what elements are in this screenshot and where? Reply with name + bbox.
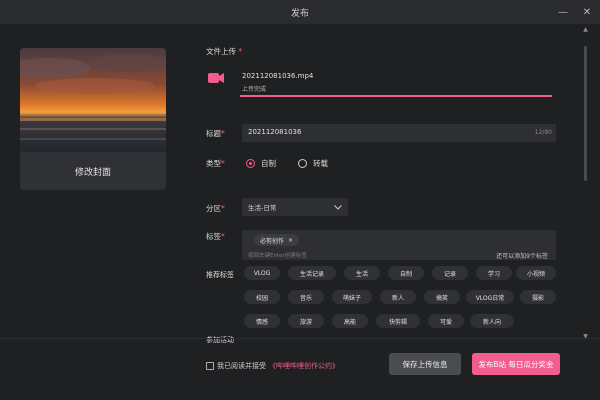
rec-tag[interactable]: VLOG bbox=[244, 266, 280, 280]
tags-label: 标签* bbox=[206, 232, 225, 241]
file-name: 202112081036.mp4 bbox=[242, 72, 314, 80]
section-label: 分区* bbox=[206, 204, 225, 213]
recommended-tags-label: 推荐标签 bbox=[206, 271, 234, 279]
publish-panel: 修改封面 文件上传 * 202112081036.mp4 上传完成 标题* 20… bbox=[0, 24, 600, 400]
title-bar: 发布 — ✕ bbox=[0, 0, 600, 24]
activity-label: 参加活动 bbox=[206, 336, 234, 344]
agreement: 我已阅读并接受 《哔哩哔哩创作公约》 bbox=[206, 361, 339, 371]
upload-label: 文件上传 * bbox=[206, 47, 243, 56]
radio-unchecked-icon bbox=[298, 159, 307, 168]
window-controls: — ✕ bbox=[556, 0, 594, 24]
tags-input[interactable]: 必剪创作 × 按回车键Enter创建标签 还可以添加9个标签 bbox=[242, 230, 556, 260]
type-radio-repost[interactable]: 转载 bbox=[298, 158, 328, 169]
rec-tag[interactable]: 校园 bbox=[244, 290, 280, 304]
rec-tag[interactable]: 新人向 bbox=[470, 314, 514, 328]
rec-tag[interactable]: 记录 bbox=[432, 266, 468, 280]
close-icon[interactable]: ✕ bbox=[580, 5, 594, 19]
window-title: 发布 bbox=[290, 8, 309, 19]
rec-tag[interactable]: 旅游 bbox=[288, 314, 324, 328]
rec-tag[interactable]: 小视频 bbox=[516, 266, 556, 280]
rec-tag[interactable]: 搞笑 bbox=[424, 290, 460, 304]
rec-tag[interactable]: 萌妹子 bbox=[332, 290, 372, 304]
upload-progress-bar bbox=[240, 95, 552, 97]
rec-tag[interactable]: 情感 bbox=[244, 314, 280, 328]
agree-checkbox[interactable] bbox=[206, 362, 214, 370]
rec-tag[interactable]: 生活 bbox=[344, 266, 380, 280]
minimize-icon[interactable]: — bbox=[556, 5, 570, 19]
radio-checked-icon bbox=[246, 159, 255, 168]
scroll-up-icon[interactable]: ▲ bbox=[582, 26, 589, 33]
rec-tag[interactable]: VLOG日常 bbox=[466, 290, 514, 304]
rec-tag[interactable]: 生活记录 bbox=[288, 266, 336, 280]
rec-tag[interactable]: 可爱 bbox=[428, 314, 464, 328]
rec-tag[interactable]: 快剪辑 bbox=[376, 314, 420, 328]
section-value: 生活-日常 bbox=[248, 204, 277, 212]
title-label: 标题* bbox=[206, 129, 225, 138]
tags-remaining-hint: 还可以添加9个标签 bbox=[496, 253, 548, 260]
publish-button[interactable]: 发布B站 每日瓜分奖金 bbox=[472, 353, 560, 375]
publish-form: 文件上传 * 202112081036.mp4 上传完成 标题* 2021120… bbox=[206, 24, 566, 400]
rec-tag[interactable]: 音乐 bbox=[288, 290, 324, 304]
upload-progress-fill bbox=[240, 95, 552, 97]
rec-tag[interactable]: 学习 bbox=[476, 266, 512, 280]
remove-tag-icon[interactable]: × bbox=[288, 237, 293, 244]
title-input[interactable]: 202112081036 12/80 bbox=[242, 124, 556, 142]
upload-status: 上传完成 bbox=[242, 86, 267, 93]
tags-placeholder: 按回车键Enter创建标签 bbox=[248, 253, 307, 259]
title-char-count: 12/80 bbox=[534, 129, 552, 136]
section-select[interactable]: 生活-日常 bbox=[242, 198, 348, 216]
cover-image bbox=[20, 48, 166, 152]
chevron-down-icon bbox=[334, 204, 342, 210]
type-radio-original[interactable]: 自制 bbox=[246, 158, 276, 169]
cover-card[interactable]: 修改封面 bbox=[20, 48, 166, 190]
rec-tag[interactable]: 高能 bbox=[332, 314, 368, 328]
title-value: 202112081036 bbox=[248, 128, 302, 136]
footer-divider bbox=[0, 338, 600, 339]
video-camera-icon bbox=[208, 73, 224, 83]
edit-cover-button[interactable]: 修改封面 bbox=[20, 152, 166, 190]
rec-tag[interactable]: 自制 bbox=[388, 266, 424, 280]
rec-tag[interactable]: 新人 bbox=[380, 290, 416, 304]
agreement-link[interactable]: 《哔哩哔哩创作公约》 bbox=[269, 361, 339, 371]
save-info-button[interactable]: 保存上传信息 bbox=[389, 353, 461, 375]
type-label: 类型* bbox=[206, 159, 225, 168]
rec-tag[interactable]: 摄影 bbox=[520, 290, 556, 304]
scrollbar-thumb[interactable] bbox=[584, 46, 587, 181]
tag-chip[interactable]: 必剪创作 × bbox=[254, 234, 300, 246]
